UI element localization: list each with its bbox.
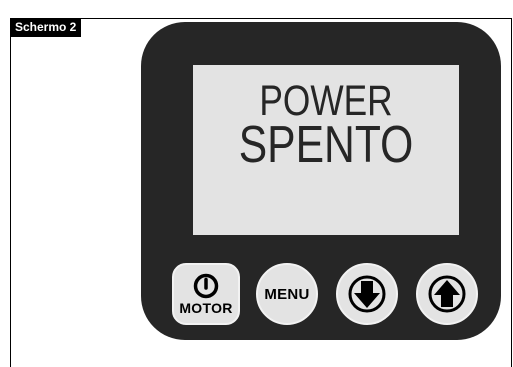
power-icon	[193, 273, 219, 299]
down-button[interactable]	[336, 263, 398, 325]
arrow-down-icon	[348, 275, 386, 313]
motor-button-label: MOTOR	[179, 300, 233, 316]
screen-label: Schermo 2	[10, 18, 82, 37]
control-panel: POWER SPENTO MOTOR MENU	[141, 22, 501, 340]
lcd-display: POWER SPENTO	[193, 65, 459, 235]
menu-button[interactable]: MENU	[256, 263, 318, 325]
motor-button[interactable]: MOTOR	[172, 263, 240, 325]
menu-button-label: MENU	[264, 285, 310, 303]
arrow-up-icon	[428, 275, 466, 313]
up-button[interactable]	[416, 263, 478, 325]
display-line-2: SPENTO	[238, 116, 414, 174]
